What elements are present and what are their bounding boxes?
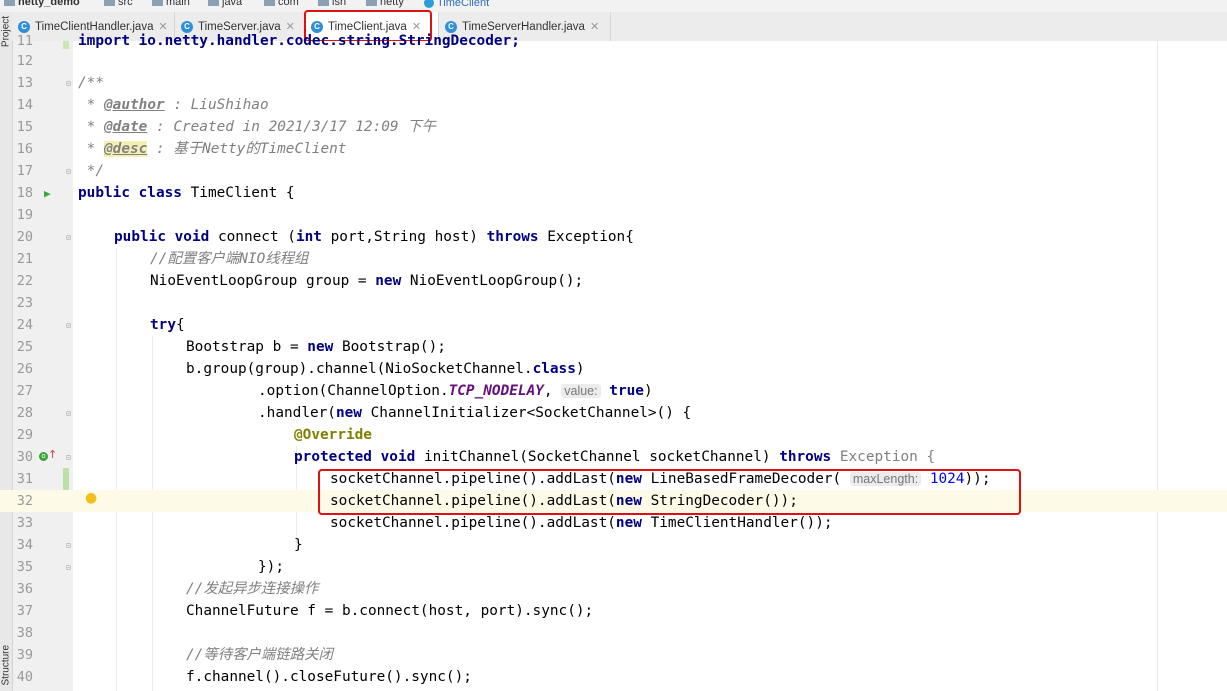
parameter-hint: value: xyxy=(561,384,601,398)
code-line: 12 xyxy=(16,53,33,69)
breadcrumb-item-class[interactable]: TimeClient xyxy=(424,0,489,8)
fold-icon[interactable]: ⊟ xyxy=(66,167,74,176)
fold-icon[interactable]: ⊟ xyxy=(66,563,74,572)
fold-icon[interactable]: ⊟ xyxy=(66,453,74,462)
fold-icon[interactable]: ⊟ xyxy=(66,233,74,242)
lightbulb-icon[interactable]: ● xyxy=(85,490,97,506)
code-line: 17 ⊟ */ xyxy=(16,163,104,179)
code-line: 22 NioEventLoopGroup group = new NioEven… xyxy=(16,273,584,289)
run-icon[interactable]: ▶ xyxy=(44,187,51,200)
code-line: 19 xyxy=(16,207,33,223)
code-line: 24 ⊟ try{ xyxy=(16,317,185,333)
fold-icon[interactable]: ⊟ xyxy=(66,541,74,550)
breadcrumb-item-project[interactable]: netty_demo xyxy=(4,0,80,8)
code-line: 13 ⊟ /** xyxy=(16,75,104,91)
code-line: 28 ⊟ .handler(new ChannelInitializer<Soc… xyxy=(16,405,692,421)
folder-icon xyxy=(104,0,115,7)
fold-icon[interactable]: ⊟ xyxy=(66,409,74,418)
folder-icon xyxy=(264,0,275,7)
code-line: 38 xyxy=(16,625,33,641)
code-line: 36 //发起异步连接操作 xyxy=(16,581,319,597)
folder-icon xyxy=(366,0,377,7)
code-comment: //发起异步连接操作 xyxy=(186,581,319,597)
breadcrumb: netty_demo src main java com lsh netty T… xyxy=(0,0,1227,12)
folder-icon xyxy=(152,0,163,7)
breadcrumb-item-java[interactable]: java xyxy=(208,0,242,8)
folder-icon xyxy=(208,0,219,7)
arrow-up-icon[interactable]: ↑ xyxy=(48,448,57,461)
code-text: /** xyxy=(78,75,104,91)
code-line: 18 ▶ public class TimeClient { xyxy=(16,185,295,201)
code-line: 34 ⊟ } xyxy=(16,537,303,553)
breadcrumb-item-com[interactable]: com xyxy=(264,0,299,8)
annotation: @Override xyxy=(294,427,372,443)
code-line: 29 @Override xyxy=(16,427,372,443)
code-comment: //等待客户端链路关闭 xyxy=(186,647,333,663)
breadcrumb-item-netty[interactable]: netty xyxy=(366,0,404,8)
breadcrumb-item-src[interactable]: src xyxy=(104,0,133,8)
fold-icon[interactable]: ⊟ xyxy=(66,321,74,330)
code-highlight-box xyxy=(318,469,1021,515)
code-line: 16 * @desc : 基于Netty的TimeClient xyxy=(16,141,347,157)
code-comment: //配置客户端NIO线程组 xyxy=(150,251,309,267)
code-line: 27 .option(ChannelOption.TCP_NODELAY, va… xyxy=(16,383,653,399)
breadcrumb-item-lsh[interactable]: lsh xyxy=(318,0,346,8)
code-text: */ xyxy=(78,163,104,179)
code-line: 25 Bootstrap b = new Bootstrap(); xyxy=(16,339,446,355)
code-line: 11 import io.netty.handler.codec.string.… xyxy=(16,33,520,49)
code-line: 40 f.channel().closeFuture().sync(); xyxy=(16,669,472,685)
folder-icon xyxy=(318,0,329,7)
code-line: 33 socketChannel.pipeline().addLast(new … xyxy=(16,515,833,531)
code-line: 26 b.group(group).channel(NioSocketChann… xyxy=(16,361,585,377)
code-line: 14 * @author : LiuShihao xyxy=(16,97,269,113)
code-line: 37 ChannelFuture f = b.connect(host, por… xyxy=(16,603,594,619)
javadoc-tag: @desc xyxy=(104,141,148,157)
class-icon xyxy=(424,0,434,8)
code-line: 15 * @date : Created in 2021/3/17 12:09 … xyxy=(16,119,437,135)
breadcrumb-item-main[interactable]: main xyxy=(152,0,190,8)
override-icon[interactable]: o xyxy=(39,452,48,461)
javadoc-tag: @date xyxy=(104,119,148,135)
folder-icon xyxy=(4,0,15,7)
code-line: 20 ⊟ public void connect (int port,Strin… xyxy=(16,229,634,245)
code-line: 23 xyxy=(16,295,33,311)
code-line: 39 //等待客户端链路关闭 xyxy=(16,647,333,663)
fold-icon[interactable]: ⊟ xyxy=(66,79,74,88)
code-line: 35 ⊟ }); xyxy=(16,559,284,575)
javadoc-tag: @author xyxy=(104,97,165,113)
code-line: 21 //配置客户端NIO线程组 xyxy=(16,251,309,267)
code-line: 30 o ↑ ⊟ protected void initChannel(Sock… xyxy=(16,448,936,465)
code-text: import io.netty.handler.codec.string.Str… xyxy=(78,33,520,49)
